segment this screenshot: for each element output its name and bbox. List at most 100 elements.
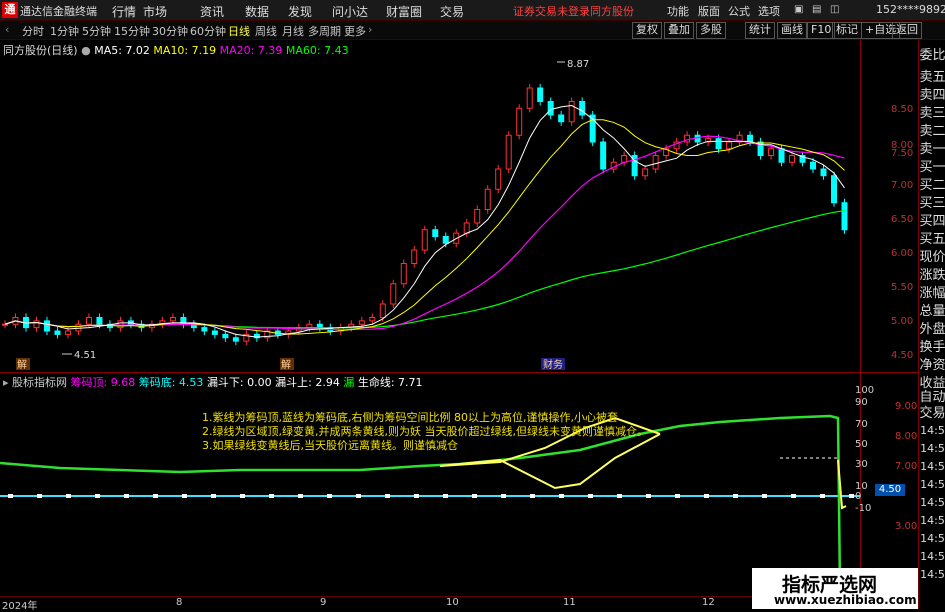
zero-line-marker xyxy=(704,494,709,498)
zero-line-marker xyxy=(240,494,245,498)
btn-overlay[interactable]: 叠加 xyxy=(664,22,694,39)
ma20-legend: MA20: 7.39 xyxy=(219,44,283,57)
ind-tick: 30 xyxy=(855,459,868,470)
zero-line-marker xyxy=(298,494,303,498)
menu-market[interactable]: 市场 xyxy=(143,3,167,20)
tab-30min[interactable]: 30分钟 xyxy=(152,23,188,39)
menu-formula[interactable]: 公式 xyxy=(728,3,750,19)
chat-icon[interactable]: ◫ xyxy=(830,4,839,15)
watermark-url: www.xuezhibiao.com xyxy=(774,593,917,607)
title-bar: 通 通达信金融终端 行情 市场 资讯 数据 发现 问小达 财富圈 交易 证券交易… xyxy=(0,0,945,21)
zero-line-marker xyxy=(356,494,361,498)
side-time: 14:5 xyxy=(920,424,945,437)
side-label: 买二 xyxy=(919,178,945,193)
candle-body xyxy=(358,320,365,325)
candle-body xyxy=(201,327,208,332)
candlestick-chart[interactable]: 8.87 4.51 解 解 财务 xyxy=(0,40,860,372)
candle-body xyxy=(789,155,796,163)
tab-more-chevron-icon[interactable]: › xyxy=(368,23,372,36)
menu-layout[interactable]: 版面 xyxy=(698,3,720,19)
menu-news[interactable]: 资讯 xyxy=(200,3,224,20)
btn-back[interactable]: 返回 xyxy=(892,22,922,39)
current-value-badge: 4.50 xyxy=(875,484,905,496)
tab-monthly[interactable]: 月线 xyxy=(282,23,304,39)
high-label: 8.87 xyxy=(567,59,589,70)
menu-wealth-circle[interactable]: 财富圈 xyxy=(386,3,422,20)
price-tick: 8.50 xyxy=(891,104,914,115)
panel-divider xyxy=(0,372,918,373)
candle-body xyxy=(621,155,628,163)
account-stock[interactable]: 同方股份 xyxy=(590,3,634,19)
candle-body xyxy=(75,323,82,332)
side-label: 涨跌 xyxy=(919,268,945,283)
menu-trade[interactable]: 交易 xyxy=(440,3,464,20)
candle-body xyxy=(390,283,397,305)
candle-body xyxy=(726,141,733,150)
ma5-legend: MA5: 7.02 xyxy=(94,44,150,57)
zero-line-marker xyxy=(646,494,651,498)
candle-body xyxy=(831,175,838,204)
menu-options[interactable]: 选项 xyxy=(758,3,780,19)
candle-body xyxy=(316,323,323,329)
btn-stats[interactable]: 统计 xyxy=(745,22,775,39)
btn-draw[interactable]: 画线 xyxy=(777,22,807,39)
zero-line-marker xyxy=(211,494,216,498)
app-logo: 通 xyxy=(2,2,18,18)
candle-body xyxy=(579,101,586,116)
menu-quotes[interactable]: 行情 xyxy=(112,3,136,20)
tab-daily[interactable]: 日线 xyxy=(228,23,250,39)
tab-15min[interactable]: 15分钟 xyxy=(114,23,150,39)
candle-body xyxy=(820,168,827,177)
candle-body xyxy=(421,229,428,251)
side-time: 14:5 xyxy=(920,568,945,581)
tab-weekly[interactable]: 周线 xyxy=(255,23,277,39)
btn-adjust[interactable]: 复权 xyxy=(632,22,662,39)
side-time: 14:5 xyxy=(920,532,945,545)
menu-functions[interactable]: 功能 xyxy=(667,3,689,19)
tab-prev-icon[interactable]: ‹ xyxy=(5,23,9,36)
tab-more[interactable]: 更多 xyxy=(344,23,366,39)
time-tick: 10 xyxy=(446,597,459,608)
side-label: 卖一 xyxy=(919,142,945,157)
side-time: 14:5 xyxy=(920,514,945,527)
price-tick: 4.50 xyxy=(891,350,914,361)
tab-1min[interactable]: 1分钟 xyxy=(50,23,79,39)
candle-body xyxy=(768,148,775,156)
candle-body xyxy=(411,249,418,264)
zero-line-marker xyxy=(66,494,71,498)
menu-data[interactable]: 数据 xyxy=(245,3,269,20)
tab-multi-period[interactable]: 多周期 xyxy=(308,23,341,39)
zero-line-marker xyxy=(327,494,332,498)
tab-intraday[interactable]: 分时 xyxy=(22,23,44,39)
candle-body xyxy=(442,236,449,244)
login-warning[interactable]: 证券交易未登录 xyxy=(513,3,590,19)
zero-line-marker xyxy=(472,494,477,498)
candle-body xyxy=(474,209,481,224)
ind-tick: 70 xyxy=(855,419,868,430)
side-label[interactable]: 交易 xyxy=(919,402,945,421)
indicator-axis: 100 90 70 50 30 10 0 -10 9.00 8.00 7.00 … xyxy=(855,373,919,596)
ind-right-tick: 8.00 xyxy=(895,431,918,442)
menu-discover[interactable]: 发现 xyxy=(288,3,312,20)
candle-body xyxy=(505,134,512,170)
user-id[interactable]: 152****9892 xyxy=(876,3,945,16)
side-label: 买四 xyxy=(919,214,945,229)
zero-line-marker xyxy=(733,494,738,498)
book-icon[interactable]: ▤ xyxy=(812,4,821,15)
tab-5min[interactable]: 5分钟 xyxy=(82,23,111,39)
event-mark-a-label: 解 xyxy=(17,358,27,371)
ind-right-tick: 9.00 xyxy=(895,401,918,412)
ma-toggle-icon[interactable]: ● xyxy=(81,44,91,57)
side-label: 换手 xyxy=(919,340,945,355)
side-label: 涨幅 xyxy=(919,286,945,301)
side-label: 买一 xyxy=(919,160,945,175)
btn-multi-stock[interactable]: 多股 xyxy=(696,22,726,39)
side-time: 14:5 xyxy=(920,442,945,455)
candle-body xyxy=(306,323,313,329)
user-icon[interactable]: ▣ xyxy=(794,4,803,15)
menu-wenxiaoda[interactable]: 问小达 xyxy=(332,3,368,20)
candle-body xyxy=(694,134,701,143)
zero-line-marker xyxy=(559,494,564,498)
btn-mark[interactable]: 标记 xyxy=(832,22,862,39)
tab-60min[interactable]: 60分钟 xyxy=(190,23,226,39)
